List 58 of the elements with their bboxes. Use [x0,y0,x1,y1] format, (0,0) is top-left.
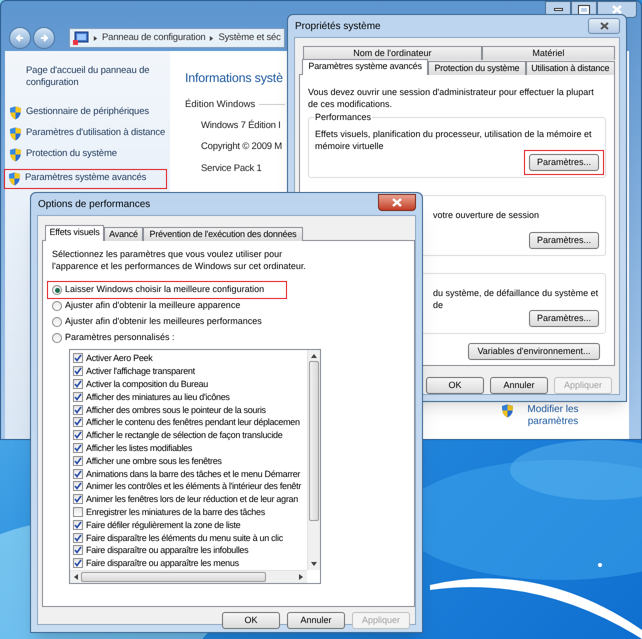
sidebar-link[interactable]: Paramètres système avancés [25,172,165,184]
address-bar[interactable]: Panneau de configuration Système et séc [69,28,285,48]
tab[interactable]: Protection du système [428,61,526,75]
breadcrumb-item[interactable]: Panneau de configuration [102,30,206,46]
settings-link[interactable]: Modifier les paramètres [517,404,589,428]
environment-variables-button[interactable]: Variables d'environnement... [468,343,600,360]
tab[interactable]: Prévention de l'exécution des données [143,227,303,241]
sidebar-link[interactable]: Protection du système [26,148,166,160]
detail-text: Copyright © 2009 M [200,140,282,154]
checkbox-label[interactable]: Afficher les listes modifiables [86,442,192,454]
window-title: Options de performances [38,198,150,212]
checkbox-label[interactable]: Afficher le contenu des fenêtres pendant leur déplacemen [86,416,300,428]
tab[interactable]: Avancé [104,227,143,241]
checkbox-label[interactable]: Animer les fenêtres lors de leur réduction et de leur agran [86,493,298,506]
breadcrumb-item[interactable]: Système et séc [218,30,281,46]
section-heading: Informations systè [185,70,283,87]
group-description: du système, de défaillance du système et de [433,287,599,311]
tab[interactable]: Utilisation à distance [526,61,615,75]
radio-label[interactable]: Ajuster afin d'obtenir les meilleures performances [65,315,262,329]
checkbox-label[interactable]: Afficher une ombre sous les fenêtres [86,454,222,467]
settings-button[interactable]: Paramètres... [529,310,599,327]
checkbox-label[interactable]: Animations dans la barre des tâches et le menu Démarrer [86,468,300,480]
sidebar-link[interactable]: Paramètres d'utilisation à distance [26,127,166,139]
window-title: Propriétés système [295,20,381,34]
checkbox-label[interactable]: Afficher des ombres sous le pointeur de la souris [86,404,266,416]
radio-label[interactable]: Paramètres personnalisés : [65,331,175,345]
checkbox-label[interactable]: Afficher le rectangle de sélection de façon translucide [86,429,282,442]
checkbox-label[interactable]: Faire défiler régulièrement la zone de liste [86,518,240,531]
checkbox-label[interactable]: Activer l'affichage transparent [86,365,195,378]
checkbox-label[interactable]: Activer Aero Peek [86,352,152,364]
notice-text: Vous devez ouvrir une session d'administrateur pour effectuer la plupart de ces modifications. [308,86,595,110]
tab[interactable]: Matériel [482,46,615,60]
group-description: votre ouverture de session [433,209,540,221]
group-description: Effets visuels, planification du processeur, utilisation de la mémoire et mémoire virtuelle [315,128,592,152]
checkbox-label[interactable]: Faire disparaître ou apparaître les menus [86,557,239,570]
checkbox-label[interactable]: Faire disparaître ou apparaître les infobulles [86,544,248,556]
checkbox-label[interactable]: Faire disparaître les éléments du menu suite à un clic [86,532,283,544]
checkbox-label[interactable]: Afficher des miniatures au lieu d'icônes [86,390,230,403]
button[interactable]: OK [426,377,484,394]
sidebar-link[interactable]: Gestionnaire de périphériques [26,106,166,118]
button[interactable]: Annuler [287,612,345,629]
checkbox-label[interactable]: Enregistrer les miniatures de la barre des tâches [86,506,265,518]
instruction-text: Sélectionnez les paramètres que vous voulez utiliser pour l'apparence et les performances de Windows sur cet ordinateur. [52,248,307,272]
tab[interactable]: Effets visuels [45,225,104,241]
button[interactable]: OK [222,612,280,629]
section-label: Édition Windows [185,98,256,112]
tab[interactable]: Paramètres système avancés [302,59,428,75]
detail-text: Windows 7 Édition I [200,119,281,133]
detail-text: Service Pack 1 [200,162,262,176]
checkbox-label[interactable]: Animer les contrôles et les éléments à l'intérieur des fenêtr [86,480,302,492]
radio-label[interactable]: Laisser Windows choisir la meilleure configuration [65,283,264,297]
button[interactable]: Annuler [490,377,548,394]
settings-button[interactable]: Paramètres... [529,154,599,171]
tab[interactable]: Nom de l'ordinateur [303,46,482,60]
radio-label[interactable]: Ajuster afin d'obtenir la meilleure apparence [65,299,240,313]
checkbox-label[interactable]: Activer la composition du Bureau [86,378,208,390]
sidebar-link[interactable]: Page d'accueil du panneau de configuration [26,65,166,89]
settings-button[interactable]: Paramètres... [529,232,599,249]
